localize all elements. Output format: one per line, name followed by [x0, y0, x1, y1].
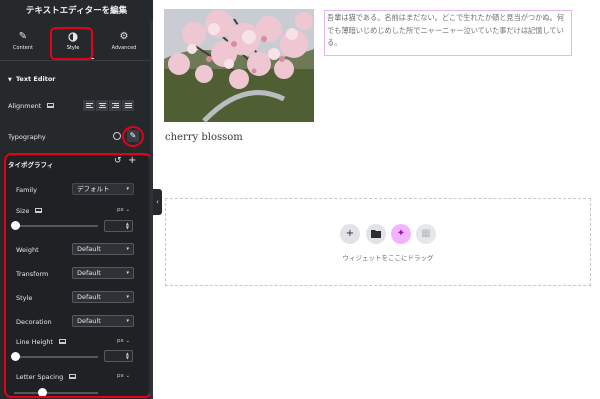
collapse-panel-button[interactable]: ‹ — [153, 189, 162, 215]
editor-panel: テキストエディターを編集 ✎ Content Style ⚙ Advanced … — [0, 0, 153, 399]
align-justify-button[interactable] — [122, 100, 135, 111]
globe-icon[interactable] — [113, 132, 121, 140]
alignment-row: Alignment — [8, 102, 55, 110]
chevron-left-icon: ‹ — [156, 198, 159, 206]
tab-advanced[interactable]: ⚙ Advanced — [103, 32, 145, 58]
plus-icon: + — [345, 228, 355, 239]
add-section-button[interactable]: + — [340, 224, 360, 244]
section-title: Text Editor — [15, 75, 56, 83]
pencil-icon: ✎ — [18, 31, 28, 42]
image-caption: cherry blossom — [165, 132, 243, 143]
align-right-button[interactable] — [109, 100, 122, 111]
typography-edit-highlight — [122, 126, 144, 147]
cherry-blossom-image[interactable] — [164, 9, 314, 123]
sparkle-icon: ✦ — [396, 228, 406, 239]
alignment-control — [83, 100, 135, 111]
style-tab-highlight — [50, 27, 93, 60]
alignment-label: Alignment — [8, 102, 42, 110]
typography-label: Typography — [8, 133, 46, 141]
dropzone-hint: ウィジェットをここにドラッグ — [342, 254, 434, 262]
caret-down-icon: ▼ — [8, 77, 12, 83]
body-text: 吾輩は猫である。名前はまだない。どこで生れたか頓と見当がつかぬ。何でも薄暗いじめ… — [327, 13, 564, 47]
panel-title: テキストエディターを編集 — [25, 6, 128, 16]
gear-icon: ⚙ — [119, 31, 129, 42]
typography-popup-highlight — [4, 153, 152, 398]
add-template-button[interactable] — [366, 224, 386, 244]
folder-icon — [371, 228, 381, 239]
ai-button[interactable]: ✦ — [391, 224, 411, 244]
library-icon: ▦ — [421, 228, 431, 239]
tab-content-label: Content — [13, 45, 33, 51]
text-editor-widget[interactable]: 吾輩は猫である。名前はまだない。どこで生れたか頓と見当がつかぬ。何でも薄暗いじめ… — [324, 10, 572, 56]
tab-content[interactable]: ✎ Content — [2, 32, 44, 58]
section-header-text-editor[interactable]: ▼ Text Editor — [8, 75, 56, 83]
tab-advanced-label: Advanced — [111, 45, 137, 51]
kit-library-button[interactable]: ▦ — [416, 224, 436, 244]
desktop-icon[interactable] — [47, 102, 55, 108]
tab-divider — [0, 60, 153, 61]
align-center-button[interactable] — [96, 100, 109, 111]
align-left-button[interactable] — [83, 100, 96, 111]
